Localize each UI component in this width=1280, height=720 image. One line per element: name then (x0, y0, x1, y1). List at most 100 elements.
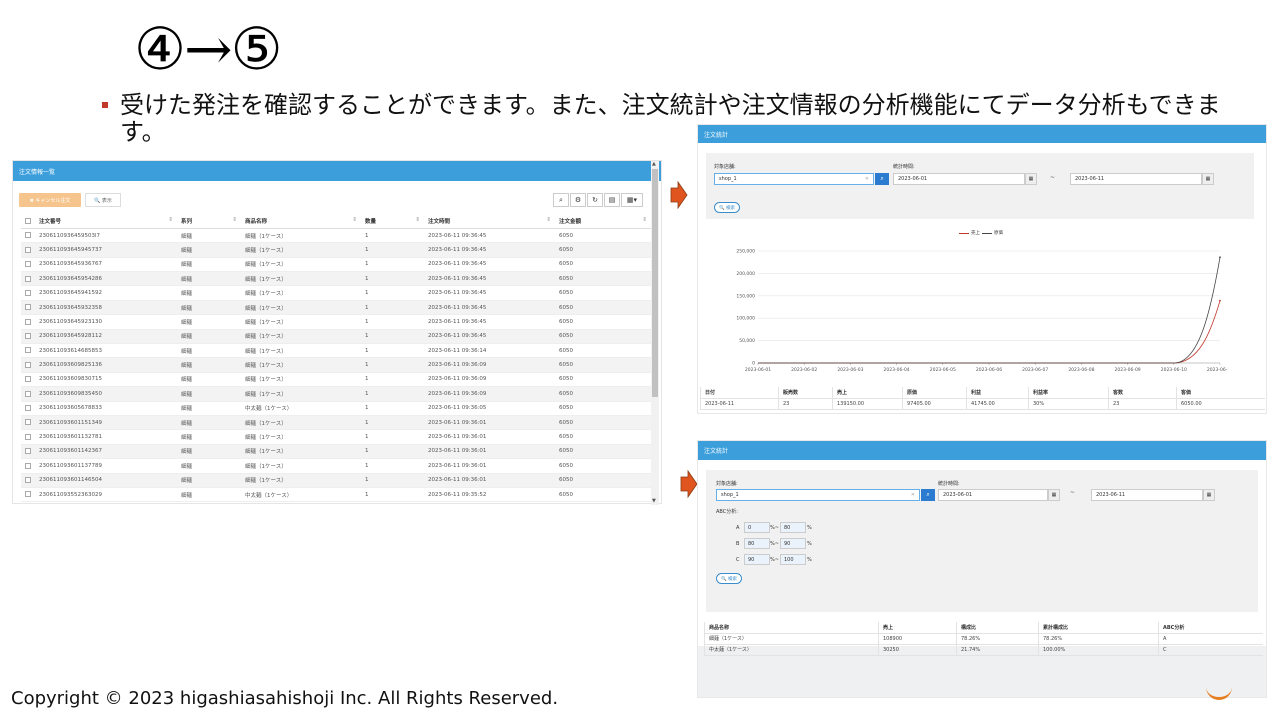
table-row[interactable]: 230611093645936767 細麺 細麺（1ケース） 1 2023-06-11 … (21, 257, 651, 273)
cell-series: 細麺 (177, 429, 241, 445)
cancel-order-button[interactable]: ✖ キャンセル注文 (19, 193, 81, 207)
calendar-icon[interactable]: ▦ (1202, 173, 1214, 185)
row-checkbox[interactable] (21, 415, 35, 431)
table-row[interactable]: 230611093601142367 細麺 細麺（1ケース） 1 2023-06-11 … (21, 444, 651, 460)
select-all-checkbox[interactable] (21, 214, 35, 229)
abc-analysis-label: ABC分析: (716, 509, 738, 515)
row-checkbox[interactable] (21, 271, 35, 287)
row-checkbox[interactable] (21, 314, 35, 330)
abc-rank-from-input[interactable]: 90 (744, 554, 770, 565)
table-row[interactable]: 230611093605678833 細麺 中太麺（1ケース） 1 2023-06-11… (21, 401, 651, 416)
col-order-amount[interactable]: 注文金額 ⇕ (555, 214, 651, 229)
summary-cell: 23 (778, 398, 833, 410)
shop-search-icon[interactable]: ⌕ (875, 173, 889, 185)
abc-rank-to-input[interactable]: 80 (780, 522, 806, 533)
date-to-input[interactable]: 2023-06-11 (1070, 173, 1202, 185)
abc-rank-to-input[interactable]: 90 (780, 538, 806, 549)
row-checkbox[interactable] (21, 444, 35, 460)
col-product-name[interactable]: 商品名称 ⇕ (241, 214, 361, 229)
row-checkbox[interactable] (21, 473, 35, 488)
series-line-0[interactable] (758, 300, 1221, 364)
series-point[interactable] (1219, 256, 1221, 259)
row-checkbox[interactable] (21, 242, 35, 258)
settings-icon[interactable]: ⚙ (570, 193, 586, 207)
cell-order-time: 2023-06-11 09:36:45 (424, 285, 555, 301)
table-row[interactable]: 230611093601151349 細麺 細麺（1ケース） 1 2023-06-11 … (21, 415, 651, 431)
table-row[interactable]: 230611093645928112 細麺 細麺（1ケース） 1 2023-06-11 … (21, 329, 651, 345)
abc-percent-sign: % (807, 541, 812, 547)
table-row[interactable]: 230611093645954286 細麺 細麺（1ケース） 1 2023-06-11 … (21, 271, 651, 287)
cell-order-time: 2023-06-11 09:36:45 (424, 300, 555, 316)
scroll-down-icon[interactable]: ▼ (652, 498, 656, 504)
cell-order-amount: 6050 (555, 343, 651, 359)
table-row[interactable]: 230611093601146504 細麺 細麺（1ケース） 1 2023-06-11 … (21, 473, 651, 488)
scroll-up-icon[interactable]: ▲ (652, 161, 656, 167)
row-checkbox[interactable] (21, 458, 35, 474)
cell-order-number: 230611093552363029 (35, 487, 177, 503)
table-row[interactable]: 230611093609830715 細麺 細麺（1ケース） 1 2023-06-11 … (21, 372, 651, 388)
abc-cell: 21.74% (956, 644, 1039, 656)
abc-rank-to-input[interactable]: 100 (780, 554, 806, 565)
calendar-icon[interactable]: ▦ (1203, 489, 1215, 501)
row-checkbox[interactable] (21, 300, 35, 316)
shop-select[interactable]: shop_1 ✕ (714, 173, 874, 185)
table-row[interactable]: 230611093645932358 細麺 細麺（1ケース） 1 2023-06-11 … (21, 300, 651, 316)
row-checkbox[interactable] (21, 357, 35, 373)
show-button[interactable]: 🔍 表示 (85, 193, 121, 207)
abc-date-to-input[interactable]: 2023-06-11 (1091, 489, 1203, 501)
table-row[interactable]: 230611093645923130 細麺 細麺（1ケース） 1 2023-06-11 … (21, 314, 651, 330)
columns-icon[interactable]: ▤ (604, 193, 620, 207)
abc-shop-select[interactable]: shop_1 ✕ (716, 489, 920, 501)
series-point[interactable] (1219, 299, 1221, 302)
cell-order-number: 230611093645932358 (35, 300, 177, 316)
legend-cost[interactable]: 原価 (994, 230, 1003, 236)
calendar-icon[interactable]: ▦ (1048, 489, 1060, 501)
table-row[interactable]: 230611093645941592 細麺 細麺（1ケース） 1 2023-06-11 … (21, 285, 651, 301)
refresh-icon[interactable]: ↻ (587, 193, 603, 207)
row-checkbox[interactable] (21, 343, 35, 359)
row-checkbox[interactable] (21, 329, 35, 345)
table-row[interactable]: 230611093609835450 細麺 細麺（1ケース） 1 2023-06-11 … (21, 386, 651, 402)
search-icon[interactable]: ⌕ (553, 193, 569, 207)
abc-rank-from-input[interactable]: 80 (744, 538, 770, 549)
cell-product-name: 細麺（1ケース） (241, 473, 361, 488)
row-checkbox[interactable] (21, 257, 35, 273)
abc-search-button[interactable]: 🔍 検索 (716, 573, 742, 584)
date-from-input[interactable]: 2023-06-01 (893, 173, 1025, 185)
table-row[interactable]: 230611093609825136 細麺 細麺（1ケース） 1 2023-06-11 … (21, 357, 651, 373)
table-row[interactable]: 230611093614685853 細麺 細麺（1ケース） 1 2023-06-11 … (21, 343, 651, 359)
cell-quantity: 1 (361, 329, 424, 345)
order-list-scrollbar[interactable]: ▲ ▼ (651, 161, 659, 505)
row-checkbox[interactable] (21, 228, 35, 244)
abc-rank-from-input[interactable]: 0 (744, 522, 770, 533)
calendar-icon[interactable]: ▦ (1025, 173, 1037, 185)
col-quantity[interactable]: 数量 ⇕ (361, 214, 424, 229)
cell-order-time: 2023-06-11 09:36:01 (424, 458, 555, 474)
scroll-thumb[interactable] (652, 169, 658, 397)
clear-icon[interactable]: ✕ (911, 492, 915, 498)
table-row[interactable]: 230611093552363029 細麺 中太麺（1ケース） 1 2023-06-11… (21, 487, 651, 503)
row-checkbox[interactable] (21, 372, 35, 388)
table-row[interactable]: 230611093601132781 細麺 細麺（1ケース） 1 2023-06-11 … (21, 429, 651, 445)
cell-series: 細麺 (177, 242, 241, 258)
table-row[interactable]: 2306110936459503l7 細麺 細麺（1ケース） 1 2023-06-11 … (21, 228, 651, 244)
col-order-number[interactable]: 注文番号 ⇕ (35, 214, 177, 229)
stats-search-button[interactable]: 🔍 検索 (714, 202, 740, 213)
table-row[interactable]: 230611093601137789 細麺 細麺（1ケース） 1 2023-06-11 … (21, 458, 651, 474)
row-checkbox[interactable] (21, 285, 35, 301)
cell-series: 細麺 (177, 329, 241, 345)
table-row[interactable]: 230611093645945737 細麺 細麺（1ケース） 1 2023-06-11 … (21, 242, 651, 258)
abc-date-from-input[interactable]: 2023-06-01 (938, 489, 1048, 501)
row-checkbox[interactable] (21, 429, 35, 445)
summary-cell: 23 (1108, 398, 1177, 410)
clear-icon[interactable]: ✕ (865, 176, 869, 182)
grid-menu-icon[interactable]: ▦▾ (621, 193, 643, 207)
row-checkbox[interactable] (21, 401, 35, 416)
col-order-time[interactable]: 注文時間 ⇕ (424, 214, 555, 229)
row-checkbox[interactable] (21, 386, 35, 402)
abc-shop-search-icon[interactable]: ⌕ (921, 489, 935, 501)
cell-order-number: 230611093609835450 (35, 386, 177, 402)
col-series[interactable]: 系列 ⇕ (177, 214, 241, 229)
row-checkbox[interactable] (21, 487, 35, 503)
legend-sales[interactable]: 売上 (971, 230, 980, 236)
